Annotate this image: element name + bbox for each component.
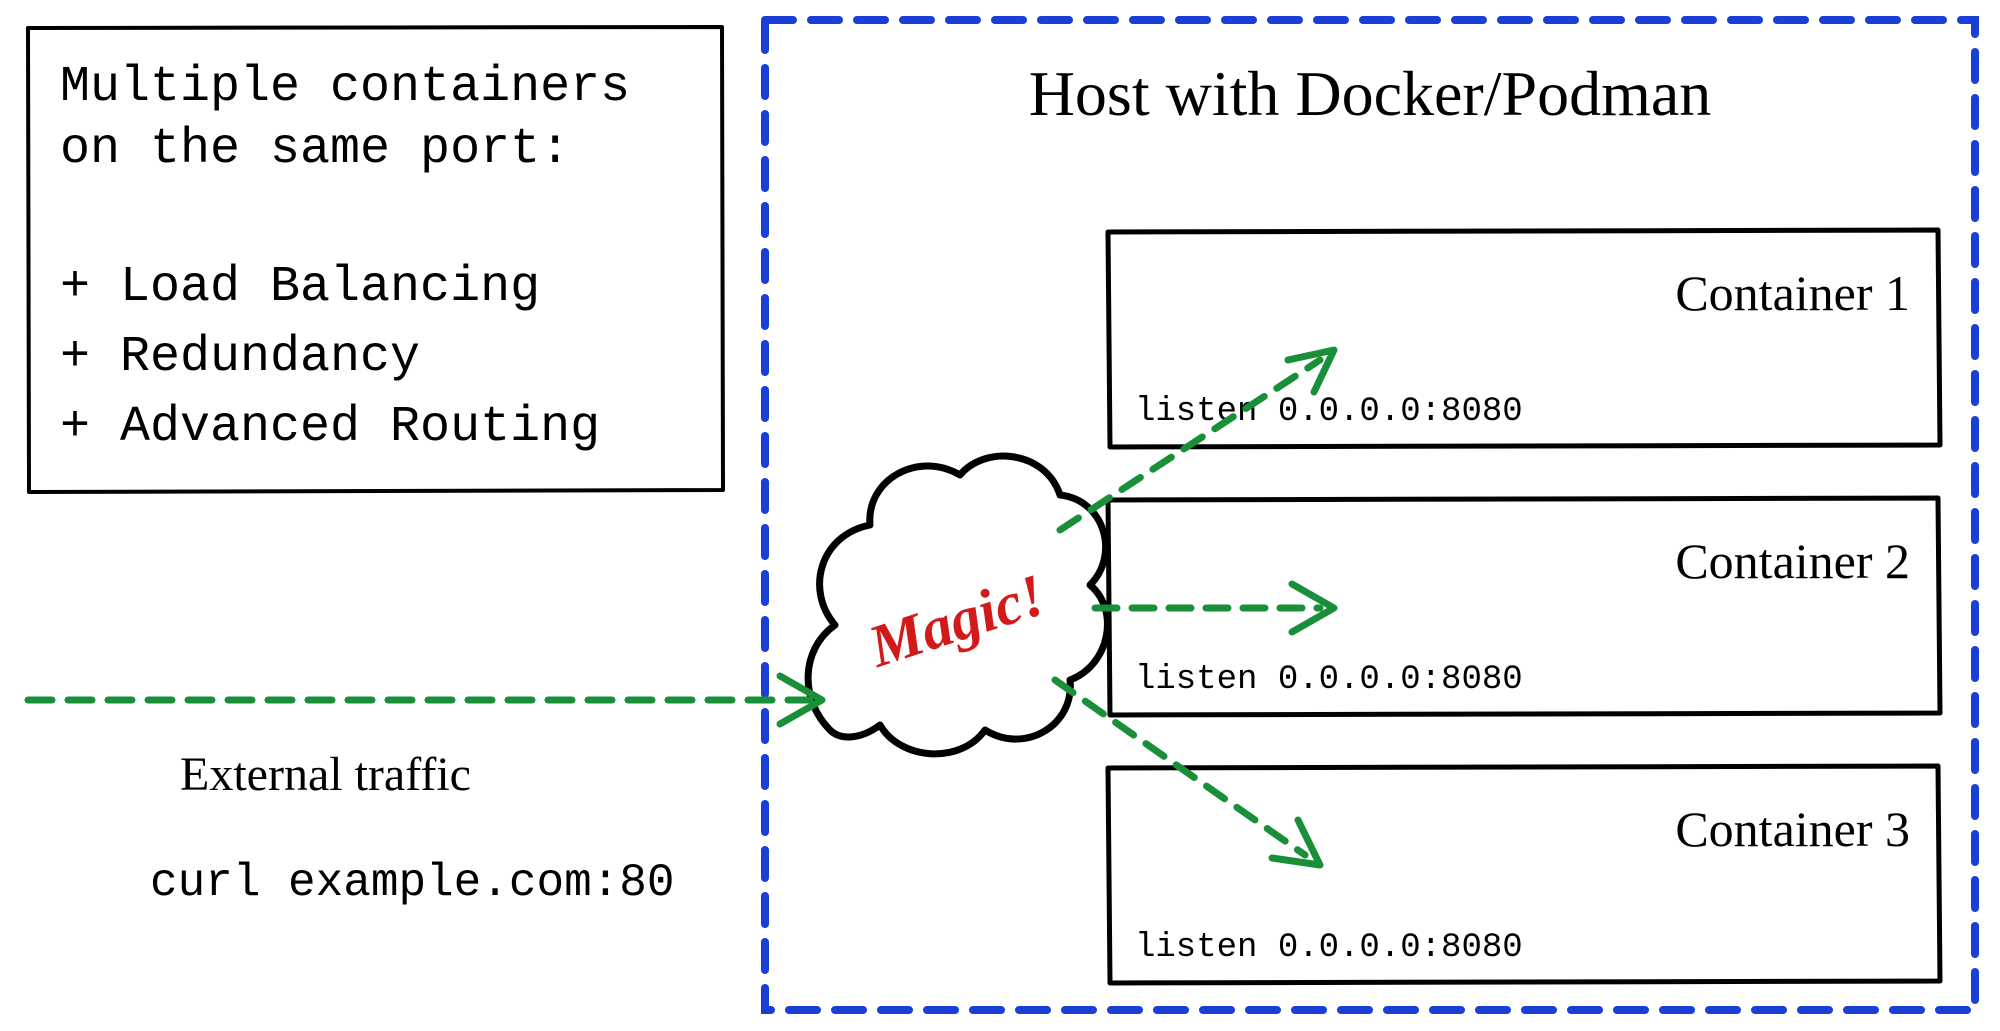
container-1-title: Container 1 (1675, 265, 1910, 321)
info-item-0: + Load Balancing (60, 259, 540, 316)
host-title: Host with Docker/Podman (1029, 58, 1712, 129)
container-3-title: Container 3 (1675, 801, 1910, 857)
container-2: Container 2 listen 0.0.0.0:8080 (1108, 498, 1940, 715)
container-2-listen: listen 0.0.0.0:8080 (1135, 661, 1523, 699)
info-item-2: + Advanced Routing (60, 399, 600, 456)
container-3-listen: listen 0.0.0.0:8080 (1135, 929, 1523, 967)
diagram-canvas: Multiple containers on the same port: + … (0, 0, 2000, 1031)
info-title-line2: on the same port: (60, 121, 570, 178)
info-box: Multiple containers on the same port: + … (28, 27, 723, 492)
external-label: External traffic (180, 748, 471, 801)
external-arrow (28, 676, 822, 724)
container-1-listen: listen 0.0.0.0:8080 (1135, 393, 1523, 431)
magic-cloud: Magic! (808, 456, 1107, 754)
container-3: Container 3 listen 0.0.0.0:8080 (1108, 766, 1940, 983)
external-command: curl example.com:80 (150, 857, 675, 909)
info-title-line1: Multiple containers (60, 59, 630, 116)
container-2-title: Container 2 (1675, 533, 1910, 589)
info-item-1: + Redundancy (60, 329, 420, 386)
